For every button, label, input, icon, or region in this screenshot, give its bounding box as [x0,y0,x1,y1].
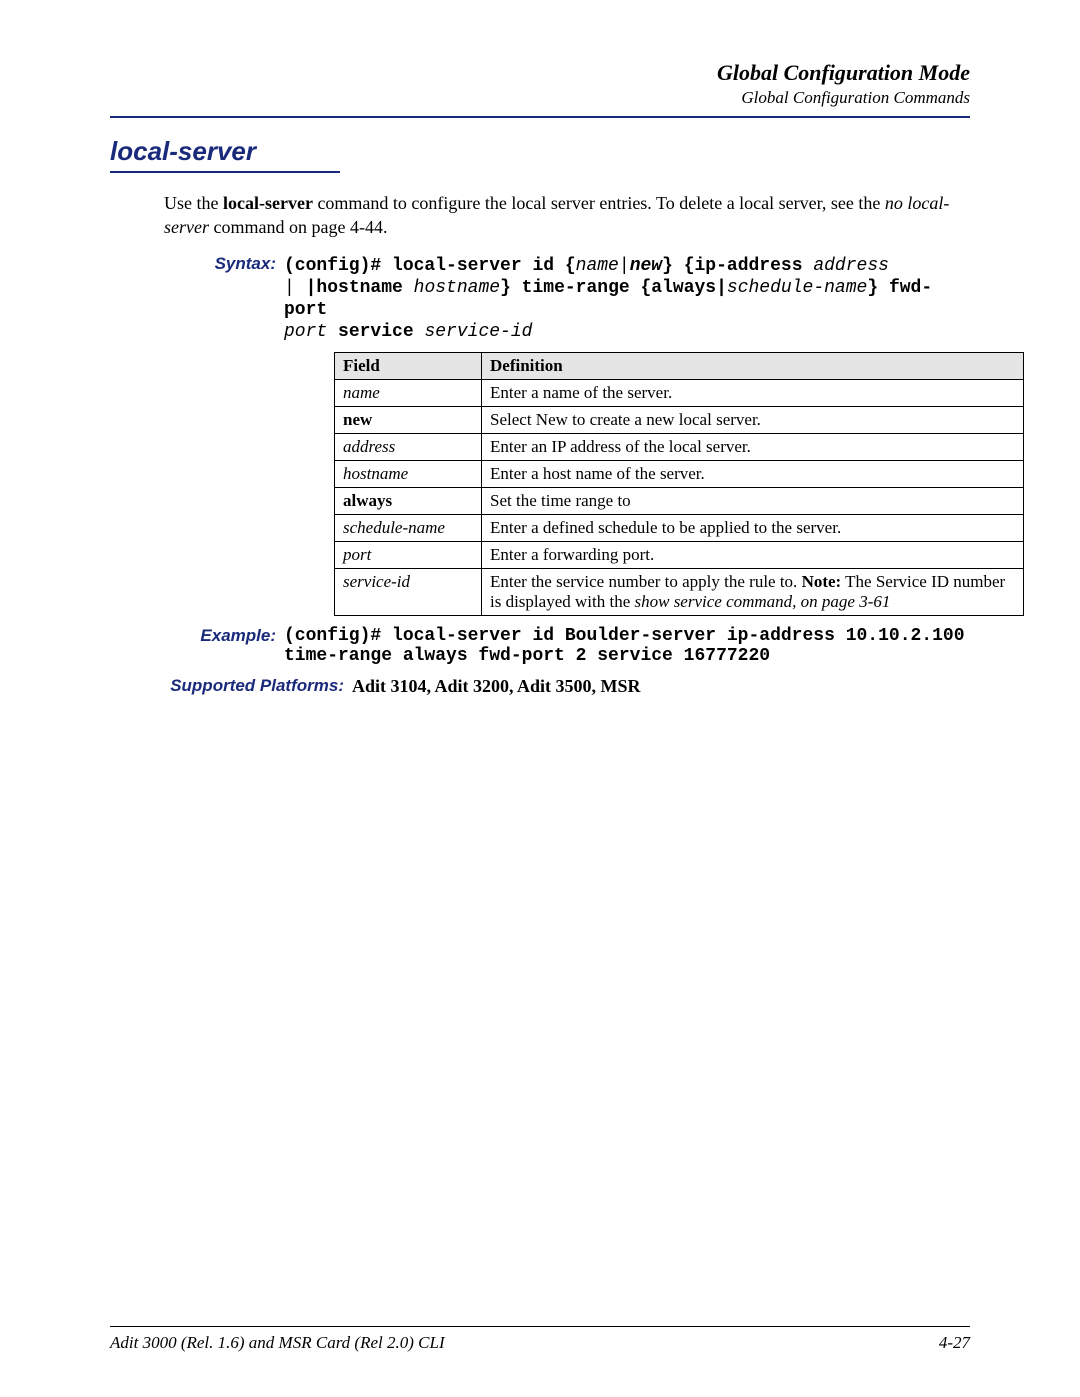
syn-s4: new [630,256,662,276]
table-row: addressEnter an IP address of the local … [335,433,1024,460]
platforms-value: Adit 3104, Adit 3200, Adit 3500, MSR [352,676,970,697]
col-field: Field [335,352,482,379]
syn-pipe: | [284,278,295,298]
syn-s7: |hostname [295,278,414,298]
intro-after: command on page 4-44. [209,217,387,237]
field-definition: Enter a host name of the server. [482,460,1024,487]
page-header: Global Configuration Mode Global Configu… [110,60,970,108]
syn-s8: hostname [414,278,500,298]
col-definition: Definition [482,352,1024,379]
syntax-content: (config)# local-server id {name|new} {ip… [284,254,970,342]
section-underline [110,171,340,173]
fields-table: Field Definition nameEnter a name of the… [334,352,1024,616]
intro-pre: Use the [164,193,223,213]
field-definition: Enter a name of the server. [482,379,1024,406]
header-title: Global Configuration Mode [110,60,970,86]
intro-cmd1: local-server [223,193,313,213]
syntax-row: Syntax: (config)# local-server id {name|… [164,254,970,342]
field-name: port [335,541,482,568]
intro-paragraph: Use the local-server command to configur… [164,191,970,240]
field-definition: Enter a defined schedule to be applied t… [482,514,1024,541]
table-row: hostnameEnter a host name of the server. [335,460,1024,487]
syn-s5: } {ip-address [662,256,813,276]
example-line2: time-range always fwd-port 2 service 167… [284,646,770,666]
field-name: schedule-name [335,514,482,541]
platforms-label: Supported Platforms: [164,676,352,697]
table-row: portEnter a forwarding port. [335,541,1024,568]
syn-s9: } time-range {always| [500,278,727,298]
page-footer: Adit 3000 (Rel. 1.6) and MSR Card (Rel 2… [110,1333,970,1353]
footer-rule [110,1326,970,1327]
field-name: hostname [335,460,482,487]
section-heading: local-server [110,136,970,167]
table-row: service-idEnter the service number to ap… [335,568,1024,615]
header-subtitle: Global Configuration Commands [110,88,970,108]
example-line1: (config)# local-server id Boulder-server… [284,626,965,646]
table-row: alwaysSet the time range to [335,487,1024,514]
footer-right: 4-27 [939,1333,970,1353]
syn-s12: port [284,322,327,342]
field-name: new [335,406,482,433]
platforms-row: Supported Platforms: Adit 3104, Adit 320… [164,676,970,697]
syn-s14: service-id [424,322,532,342]
table-header-row: Field Definition [335,352,1024,379]
field-definition: Enter an IP address of the local server. [482,433,1024,460]
example-label: Example: [164,626,284,666]
syn-s10: schedule-name [727,278,867,298]
footer-left: Adit 3000 (Rel. 1.6) and MSR Card (Rel 2… [110,1333,445,1353]
syntax-label: Syntax: [164,254,284,342]
syn-s3: | [619,256,630,276]
field-definition: Enter the service number to apply the ru… [482,568,1024,615]
table-row: newSelect New to create a new local serv… [335,406,1024,433]
intro-mid: command to configure the local server en… [313,193,885,213]
example-content: (config)# local-server id Boulder-server… [284,626,970,666]
field-definition: Set the time range to [482,487,1024,514]
syn-s13: service [327,322,424,342]
field-definition: Enter a forwarding port. [482,541,1024,568]
syn-s1: (config)# local-server id { [284,256,576,276]
example-row: Example: (config)# local-server id Bould… [164,626,970,666]
table-row: schedule-nameEnter a defined schedule to… [335,514,1024,541]
syn-s6: address [813,256,889,276]
header-rule [110,116,970,118]
field-name: name [335,379,482,406]
field-name: service-id [335,568,482,615]
table-row: nameEnter a name of the server. [335,379,1024,406]
syn-s2: name [576,256,619,276]
field-definition: Select New to create a new local server. [482,406,1024,433]
field-name: address [335,433,482,460]
field-name: always [335,487,482,514]
